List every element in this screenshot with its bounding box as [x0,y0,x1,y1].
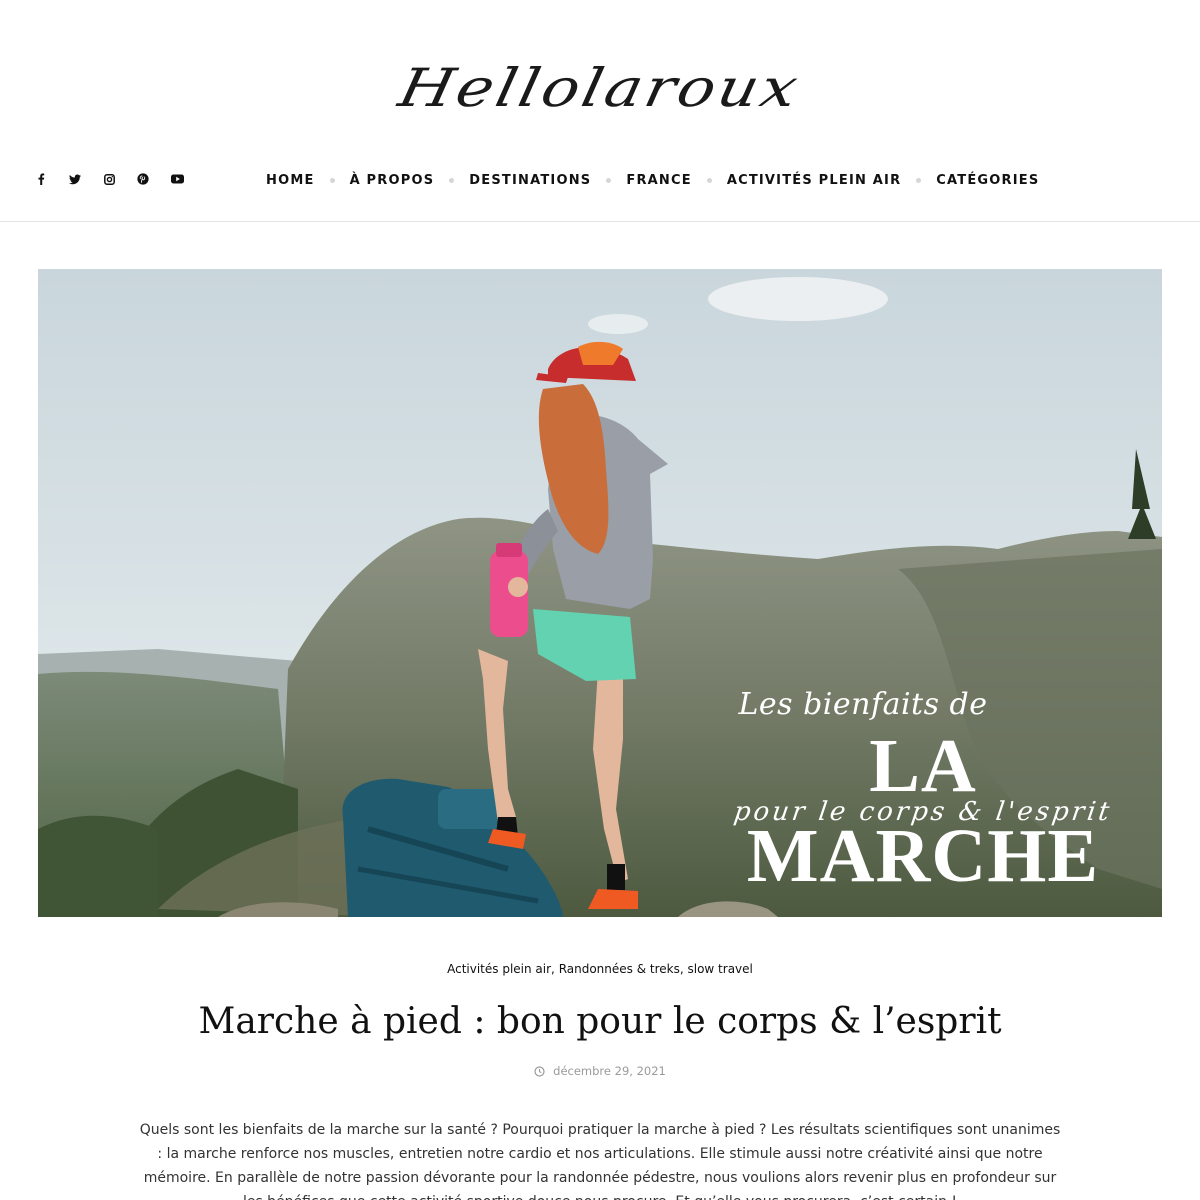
nav-separator [706,177,712,183]
nav-item-activites-plein-air[interactable]: ACTIVITÉS PLEIN AIR [727,173,901,188]
header-bar: HOME À PROPOS DESTINATIONS FRANCE ACTIVI… [0,160,1200,200]
hero-image[interactable]: Les bienfaits de LA MARCHE pour le corps… [38,269,1162,917]
post-excerpt: Quels sont les bienfaits de la marche su… [139,1122,1061,1200]
nav-item-home[interactable]: HOME [266,173,315,188]
post-title[interactable]: Marche à pied : bon pour le corps & l’es… [0,996,1200,1048]
category-link[interactable]: Activités plein air [447,962,551,976]
nav-item-a-propos[interactable]: À PROPOS [350,173,435,188]
header-divider [0,221,1200,222]
category-separator: , [551,962,559,976]
site-logo[interactable]: Hellolaroux [0,38,1200,138]
nav-separator [606,177,612,183]
category-link[interactable]: Randonnées & treks [559,962,680,976]
hero-overlay-tagline: pour le corps & l'esprit [731,797,1115,827]
nav-separator [329,177,335,183]
nav-item-categories[interactable]: CATÉGORIES [936,173,1039,188]
logo-text: Hellolaroux [393,56,807,119]
pinterest-icon[interactable] [132,168,154,190]
nav-item-destinations[interactable]: DESTINATIONS [469,173,591,188]
category-link[interactable]: slow travel [688,962,753,976]
post-date-text: décembre 29, 2021 [553,1064,666,1078]
facebook-icon[interactable] [30,168,52,190]
category-separator: , [679,962,688,976]
instagram-icon[interactable] [98,168,120,190]
social-links [30,168,188,192]
hero-overlay-subtitle: Les bienfaits de [738,687,988,722]
nav-separator [449,177,455,183]
youtube-icon[interactable] [166,168,188,190]
nav-item-france[interactable]: FRANCE [626,173,691,188]
main-nav: HOME À PROPOS DESTINATIONS FRANCE ACTIVI… [266,160,1039,200]
post-date: décembre 29, 2021 [0,1064,1200,1078]
nav-separator [916,177,922,183]
clock-icon [534,1066,545,1077]
twitter-icon[interactable] [64,168,86,190]
post-categories: Activités plein air, Randonnées & treks,… [0,962,1200,976]
